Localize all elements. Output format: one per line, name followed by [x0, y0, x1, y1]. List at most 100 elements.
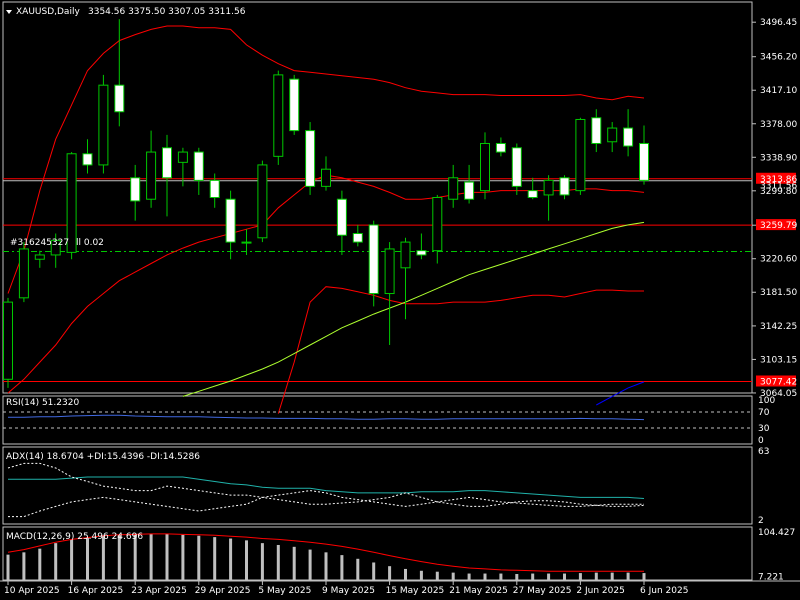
candle[interactable]	[321, 168, 331, 187]
macd-histogram-bar	[340, 555, 344, 580]
adx-plus-di-line	[7, 462, 645, 507]
macd-histogram-bar	[245, 540, 248, 580]
main-frame	[2, 1, 753, 394]
rsi-tick-label: 30	[758, 424, 770, 434]
macd-histogram-bar	[594, 572, 598, 580]
price-tick-label: 3456.20	[760, 53, 797, 63]
candle[interactable]	[352, 233, 363, 243]
candle[interactable]	[575, 118, 586, 192]
candle[interactable]	[305, 130, 316, 187]
candle[interactable]	[464, 181, 475, 200]
candle[interactable]	[130, 177, 141, 202]
candle[interactable]	[511, 147, 522, 187]
macd-histogram-bar	[388, 566, 392, 580]
candle[interactable]	[591, 117, 602, 144]
macd-histogram-bar	[372, 562, 376, 580]
candle[interactable]	[432, 197, 443, 252]
candle[interactable]	[209, 179, 220, 198]
candle[interactable]	[289, 78, 300, 132]
candle[interactable]	[400, 241, 411, 269]
candle[interactable]	[3, 301, 13, 380]
candle[interactable]	[114, 84, 125, 113]
macd-histogram-bar	[308, 549, 312, 580]
macd-histogram-bar	[610, 572, 614, 580]
candle[interactable]	[82, 153, 93, 166]
adx-minus-di-line	[8, 490, 644, 518]
adx-main-line	[8, 476, 645, 499]
trading-chart[interactable]: 3496.453456.203417.103378.003338.903299.…	[0, 0, 800, 600]
x-axis: 10 Apr 2025 16 Apr 2025 23 Apr 2025 29 Apr …	[4, 581, 688, 596]
candle[interactable]	[225, 198, 236, 243]
x-tick-label: 23 Apr 2025	[131, 586, 187, 596]
macd-tick-label: 7.221	[758, 573, 784, 583]
rsi-frame	[2, 395, 753, 445]
candle[interactable]	[146, 151, 157, 200]
x-tick-label: 2 Jun 2025	[576, 586, 624, 596]
macd-histogram-bar	[356, 558, 360, 580]
candle[interactable]	[193, 151, 204, 181]
price-tick-label: 3378.00	[760, 120, 797, 130]
price-tick-label: 3181.50	[760, 288, 797, 298]
price-tick-label: 3220.60	[760, 255, 797, 265]
x-tick-label: 9 May 2025	[322, 586, 375, 596]
rsi-pane[interactable]: 100 70 30 0	[3, 396, 775, 446]
rsi-tick-label: 0	[758, 436, 764, 446]
macd-histogram-bar	[181, 534, 185, 580]
price-tag-label: 3077.42	[760, 377, 797, 387]
macd-histogram-bar	[578, 573, 582, 580]
x-tick-label: 5 May 2025	[258, 586, 311, 596]
macd-histogram-bar	[499, 573, 503, 580]
macd-histogram-bar	[165, 533, 169, 580]
macd-histogram-bar	[101, 535, 105, 580]
candle[interactable]	[448, 177, 459, 200]
candle[interactable]	[480, 142, 490, 192]
candle[interactable]	[336, 198, 347, 236]
adx-title: ADX(14) 18.6704 +DI:15.4396 -DI:14.5286	[6, 452, 200, 462]
candle[interactable]	[639, 142, 649, 181]
macd-histogram-bar	[404, 568, 407, 580]
candle[interactable]	[416, 250, 427, 256]
candle[interactable]	[623, 127, 634, 147]
candle[interactable]	[607, 127, 618, 143]
candle[interactable]	[18, 248, 29, 299]
macd-histogram-bar	[435, 571, 439, 580]
macd-histogram-bar	[547, 573, 551, 580]
rsi-line	[8, 414, 645, 421]
menu-triangle-icon[interactable]	[6, 10, 12, 14]
candle[interactable]	[527, 190, 538, 198]
price-tag-label: 3311.56	[760, 182, 797, 192]
macd-histogram-bar	[86, 537, 89, 580]
candle[interactable]	[257, 164, 268, 239]
x-tick-label: 10 Apr 2025	[4, 586, 60, 596]
candle[interactable]	[273, 74, 284, 157]
candle[interactable]	[162, 147, 172, 179]
macd-histogram-bar	[419, 570, 423, 580]
aux-label-2: ll 0.02	[76, 238, 104, 248]
candle[interactable]	[241, 241, 252, 244]
macd-histogram-bar	[6, 554, 10, 580]
candle[interactable]	[384, 248, 395, 295]
macd-histogram-bar	[467, 573, 471, 580]
macd-histogram-bar	[260, 543, 264, 580]
adx-tick-label: 63	[758, 447, 769, 457]
candle[interactable]	[34, 254, 45, 260]
price-tick-label: 3103.15	[760, 355, 797, 365]
x-tick-label: 6 Jun 2025	[640, 586, 688, 596]
candle[interactable]	[98, 84, 109, 166]
macd-title: MACD(12,26,9) 25.496 24.696	[6, 532, 143, 542]
macd-histogram-bar	[213, 537, 217, 580]
x-tick-label: 15 May 2025	[386, 586, 445, 596]
macd-histogram-bar	[229, 538, 233, 580]
candle[interactable]	[543, 179, 554, 196]
candle[interactable]	[559, 177, 570, 196]
price-tick-label: 3142.25	[760, 322, 797, 332]
candle[interactable]	[177, 151, 188, 163]
moving-average-line	[182, 221, 645, 397]
candle[interactable]	[495, 142, 506, 153]
price-pane[interactable]: 3496.453456.203417.103378.003338.903299.…	[3, 18, 797, 414]
aux-label-1: #316245327	[10, 238, 69, 248]
macd-histogram-bar	[22, 552, 26, 580]
macd-histogram-bar	[626, 572, 630, 580]
rsi-tick-label: 100	[758, 396, 775, 406]
candle[interactable]	[368, 224, 379, 295]
